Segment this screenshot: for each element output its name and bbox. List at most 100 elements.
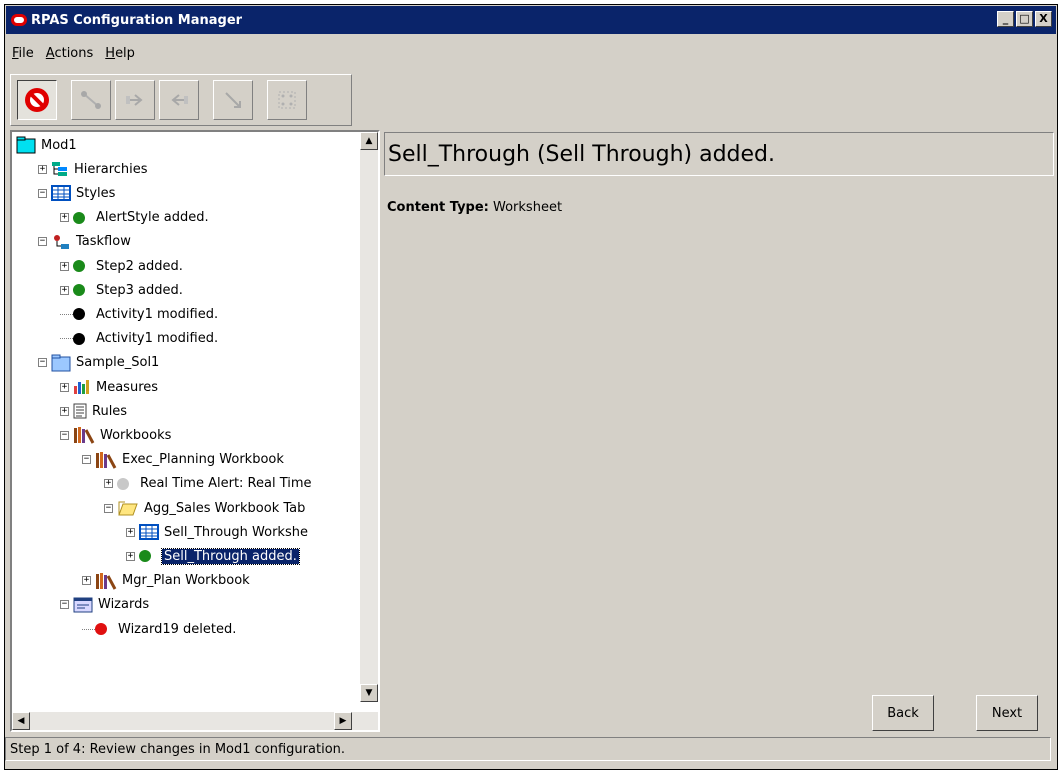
tree-node[interactable]: − Workbooks	[60, 424, 171, 446]
change-header: Sell_Through (Sell Through) added.	[384, 132, 1054, 176]
tree-node[interactable]: Activity1 modified.	[60, 303, 218, 325]
window-title: RPAS Configuration Manager	[31, 12, 243, 28]
expand-icon[interactable]: +	[60, 382, 69, 392]
maximize-button[interactable]: □	[1016, 11, 1033, 27]
scroll-right-button[interactable]: ▶	[334, 712, 352, 730]
scroll-left-button[interactable]: ◀	[12, 712, 30, 730]
back-button[interactable]: Back	[872, 695, 934, 731]
taskflow-icon	[51, 234, 71, 250]
tree-node-label: Styles	[76, 185, 116, 201]
menu-help[interactable]: Help	[99, 46, 141, 61]
tree-node-label: Workbooks	[100, 427, 172, 443]
gray-dot-icon	[117, 477, 135, 490]
grid-table-icon	[51, 185, 71, 202]
change-tree-pane[interactable]: Mod1 + Hierarchies − Styles + AlertStyle added…	[10, 130, 380, 732]
tree-node[interactable]: + Measures	[60, 376, 158, 398]
books-icon	[73, 426, 95, 445]
rules-icon	[73, 403, 87, 419]
tree-node-label: Activity1 modified.	[96, 331, 219, 347]
tree-horizontal-scrollbar[interactable]: ◀ ▶	[12, 712, 378, 730]
next-button[interactable]: Next	[976, 695, 1038, 731]
measures-icon	[73, 379, 91, 395]
collapse-icon[interactable]: −	[60, 600, 69, 610]
backward-button[interactable]	[159, 80, 199, 120]
tree-node[interactable]: Activity1 modified.	[60, 328, 218, 350]
tree-node[interactable]: Wizard19 deleted.	[82, 618, 236, 640]
connect-icon	[81, 91, 101, 109]
collapse-icon[interactable]: −	[38, 188, 47, 198]
forward-button[interactable]	[115, 80, 155, 120]
stop-button[interactable]	[17, 80, 57, 120]
tree-node[interactable]: − Wizards	[60, 594, 149, 616]
tree-node-label: Sell_Through added.	[161, 547, 300, 565]
tree-node-label: Mod1	[41, 137, 77, 153]
tree-node[interactable]: − Styles	[38, 182, 115, 204]
tree-node-label: Hierarchies	[74, 161, 148, 177]
oracle-logo-icon	[11, 14, 27, 26]
green-dot-icon	[73, 260, 91, 272]
scroll-down-button[interactable]: ▼	[360, 684, 378, 702]
folder-open-icon	[117, 499, 139, 517]
close-button[interactable]: X	[1035, 11, 1052, 27]
expand-icon[interactable]: +	[38, 164, 47, 174]
toolbar	[10, 74, 352, 126]
collapse-icon[interactable]: −	[104, 503, 113, 513]
tree-node-label: AlertStyle added.	[96, 210, 209, 226]
expand-icon[interactable]: +	[60, 213, 69, 223]
title-bar[interactable]: RPAS Configuration Manager _ □ X	[6, 6, 1056, 34]
expand-icon[interactable]: +	[82, 576, 91, 586]
tree-node[interactable]: + Hierarchies	[38, 158, 148, 180]
diagonal-link-button[interactable]	[213, 80, 253, 120]
green-dot-icon	[139, 550, 157, 563]
tree-node[interactable]: + Sell_Through Workshe	[126, 521, 308, 543]
tree-node[interactable]: + Mgr_Plan Workbook	[82, 570, 250, 592]
tree-node-label: Rules	[92, 403, 128, 419]
tree-node[interactable]: − Taskflow	[38, 231, 131, 253]
expand-icon[interactable]: +	[126, 551, 135, 561]
collapse-icon[interactable]: −	[38, 358, 47, 368]
tree-node-label: Wizard19 deleted.	[118, 621, 237, 637]
tree-node[interactable]: + Step3 added.	[60, 279, 183, 301]
tree-connector	[60, 338, 73, 340]
connect-button[interactable]	[71, 80, 111, 120]
forward-icon	[126, 94, 143, 106]
tree-node-label: Agg_Sales Workbook Tab	[144, 500, 306, 516]
books-icon	[95, 451, 117, 469]
tree-node[interactable]: Mod1	[16, 134, 77, 156]
collapse-icon[interactable]: −	[38, 237, 47, 247]
tree-vertical-scrollbar[interactable]: ▲ ▼	[360, 132, 378, 702]
grid-icon	[278, 91, 296, 109]
menu-file[interactable]: File	[6, 46, 40, 61]
tree-node[interactable]: − Exec_Planning Workbook	[82, 449, 284, 471]
folder-blue-icon	[51, 354, 71, 372]
tree-node-label: Wizards	[98, 597, 150, 613]
tree-node-label: Step3 added.	[96, 282, 183, 298]
tree-node[interactable]: + Step2 added.	[60, 255, 183, 277]
scroll-up-button[interactable]: ▲	[360, 132, 378, 150]
content-type-label: Content Type:	[387, 200, 489, 215]
tree-connector	[82, 628, 95, 630]
collapse-icon[interactable]: −	[60, 430, 69, 440]
tree-node-label: Exec_Planning Workbook	[122, 452, 284, 468]
tree-node[interactable]: + Rules	[60, 400, 127, 422]
expand-icon[interactable]: +	[126, 527, 135, 537]
expand-icon[interactable]: +	[60, 406, 69, 416]
wizard-icon	[73, 597, 93, 613]
tree-node[interactable]: + Sell_Through added.	[126, 545, 300, 567]
expand-icon[interactable]: +	[60, 285, 69, 295]
menu-bar: File Actions Help	[6, 43, 141, 63]
tree-node[interactable]: + AlertStyle added.	[60, 207, 209, 229]
tree-node-label: Sample_Sol1	[76, 355, 160, 371]
minimize-button[interactable]: _	[997, 11, 1014, 27]
tree-node[interactable]: + Real Time Alert: Real Time	[104, 473, 312, 495]
tree-node-label: Activity1 modified.	[96, 306, 219, 322]
green-dot-icon	[73, 211, 91, 224]
grid-button[interactable]	[267, 80, 307, 120]
menu-actions[interactable]: Actions	[40, 46, 100, 61]
tree-node[interactable]: − Sample_Sol1	[38, 352, 159, 374]
expand-icon[interactable]: +	[104, 479, 113, 489]
tree-node[interactable]: − Agg_Sales Workbook Tab	[104, 497, 305, 519]
tree-node-label: Sell_Through Workshe	[164, 524, 308, 540]
expand-icon[interactable]: +	[60, 261, 69, 271]
collapse-icon[interactable]: −	[82, 455, 91, 465]
